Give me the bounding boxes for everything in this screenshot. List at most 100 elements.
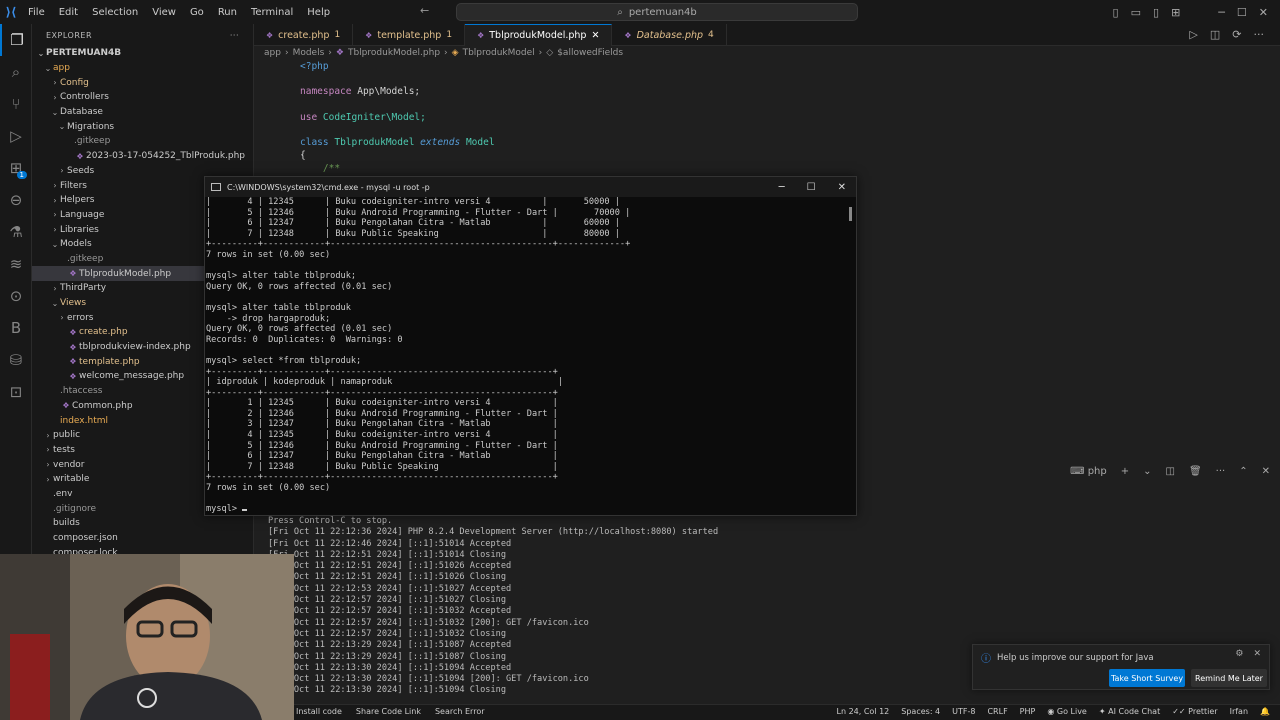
status-go-live[interactable]: ◉ Go Live (1047, 707, 1087, 716)
terminal-log-line: [Fri Oct 11 22:12:57 2024] [::1]:51032 C… (268, 628, 506, 639)
status-encoding[interactable]: UTF-8 (952, 707, 975, 716)
menu-selection[interactable]: Selection (92, 7, 138, 18)
bookmark-icon[interactable]: B (0, 312, 32, 344)
status-language[interactable]: PHP (1020, 707, 1036, 716)
breadcrumb-file[interactable]: TblprodukModel.php (348, 48, 440, 58)
tree-item[interactable]: › Config (32, 75, 253, 90)
terminal-dropdown-icon[interactable]: ⌄ (1143, 466, 1151, 477)
terminal-log-line: [Fri Oct 11 22:13:29 2024] [::1]:51087 A… (268, 640, 512, 651)
layout-secondary-icon[interactable]: ▯ (1153, 6, 1159, 19)
layout-panel-icon[interactable]: ▭ (1131, 6, 1141, 19)
use-class: \Model; (385, 111, 426, 123)
extensions-icon[interactable]: ⊞ 1 (0, 152, 32, 184)
cmd-title-bar[interactable]: C:\WINDOWS\system32\cmd.exe - mysql -u r… (205, 177, 856, 197)
breadcrumb-property[interactable]: $allowedFields (557, 48, 623, 58)
tree-item-label: Models (60, 239, 92, 250)
kill-terminal-icon[interactable]: 🗑 (1189, 466, 1202, 477)
status-search-error[interactable]: Search Error (435, 707, 485, 716)
cmd-close-icon[interactable]: ✕ (838, 182, 846, 193)
editor-tab[interactable]: ❖ create.php 1 (254, 24, 354, 46)
status-indentation[interactable]: Spaces: 4 (901, 707, 940, 716)
testing-icon[interactable]: ⚗ (0, 216, 32, 248)
new-terminal-icon[interactable]: + (1121, 466, 1129, 477)
split-terminal-icon[interactable]: ◫ (1166, 466, 1175, 477)
layout-sidebar-icon[interactable]: ▯ (1113, 6, 1119, 19)
code-line: class TblprodukModel extends Model (300, 137, 495, 150)
status-share-code-link[interactable]: Share Code Link (356, 707, 421, 716)
cmd-output-line: | 4 | 12345 | Buku codeigniter-intro ver… (206, 197, 620, 207)
output-icon[interactable]: ⊡ (0, 376, 32, 408)
status-prettier[interactable]: ✓✓ Prettier (1172, 707, 1217, 716)
tree-item[interactable]: ⌄ Database (32, 105, 253, 120)
more-actions-icon[interactable]: ··· (1254, 28, 1265, 41)
back-arrow-icon[interactable]: ← (420, 4, 429, 17)
database-icon[interactable]: ⛁ (0, 344, 32, 376)
cmd-minimize-icon[interactable]: ─ (779, 182, 785, 193)
go-live-icon[interactable]: ⟳ (1232, 28, 1241, 41)
status-install-code[interactable]: Install code (296, 707, 342, 716)
menu-file[interactable]: File (28, 7, 45, 18)
maximize-icon[interactable]: ☐ (1237, 6, 1247, 19)
gitlens-icon[interactable]: ⊙ (0, 280, 32, 312)
tree-item[interactable]: builds (32, 516, 253, 531)
cmd-scrollbar[interactable] (849, 207, 852, 221)
status-account[interactable]: Irfan (1230, 707, 1248, 716)
menu-view[interactable]: View (152, 7, 176, 18)
close-icon[interactable]: ✕ (591, 30, 599, 41)
code-line: /** (300, 163, 495, 176)
take-survey-button[interactable]: Take Short Survey (1109, 669, 1185, 687)
layout-customize-icon[interactable]: ⊞ (1171, 6, 1180, 19)
gear-icon[interactable]: ⚙ (1235, 649, 1243, 659)
editor-tab[interactable]: ❖ template.php 1 (353, 24, 466, 46)
chevron-down-icon: ⌄ (51, 239, 59, 249)
status-eol[interactable]: CRLF (987, 707, 1007, 716)
editor-tab[interactable]: ❖ Database.php 4 (612, 24, 727, 46)
minimize-icon[interactable]: ─ (1218, 6, 1225, 19)
split-editor-icon[interactable]: ◫ (1210, 28, 1220, 41)
close-window-icon[interactable]: ✕ (1259, 6, 1268, 19)
breadcrumb-app[interactable]: app (264, 48, 281, 58)
menu-help[interactable]: Help (307, 7, 330, 18)
open-brace: { (300, 149, 306, 161)
run-icon[interactable]: ▷ (1189, 28, 1197, 41)
docker-icon[interactable]: ≋ (0, 248, 32, 280)
tree-item[interactable]: ❖ 2023-03-17-054252_TblProduk.php (32, 149, 253, 164)
search-view-icon[interactable]: ⌕ (0, 56, 32, 88)
terminal-name: php (1087, 466, 1107, 477)
menu-terminal[interactable]: Terminal (251, 7, 293, 18)
explorer-icon[interactable]: ❐ (0, 24, 32, 56)
code-editor[interactable]: <?php namespace App\Models; use CodeIgni… (300, 61, 495, 175)
notifications-bell-icon[interactable]: 🔔 (1260, 707, 1270, 716)
close-icon[interactable]: ✕ (1253, 649, 1261, 659)
maximize-panel-icon[interactable]: ⌃ (1239, 466, 1247, 477)
remote-explorer-icon[interactable]: ⊖ (0, 184, 32, 216)
integrated-terminal[interactable]: Press Control-C to stop. [Fri Oct 11 22:1… (268, 516, 718, 697)
cmd-prompt-line[interactable]: mysql> (206, 504, 630, 515)
breadcrumb-class[interactable]: TblprodukModel (463, 48, 535, 58)
terminal-php-label[interactable]: ⌨ php (1070, 466, 1107, 477)
cmd-maximize-icon[interactable]: ☐ (807, 182, 816, 193)
tree-item[interactable]: .gitkeep (32, 134, 253, 149)
explorer-root-folder[interactable]: ⌄ PERTEMUAN4B (32, 46, 253, 61)
tree-item[interactable]: composer.json (32, 531, 253, 546)
tree-item[interactable]: ⌄ app (32, 61, 253, 76)
editor-tab[interactable]: ❖ TblprodukModel.php ✕ (465, 24, 613, 46)
more-actions-icon[interactable]: ··· (230, 31, 239, 40)
close-panel-icon[interactable]: ✕ (1262, 466, 1270, 477)
status-cursor-position[interactable]: Ln 24, Col 12 (837, 707, 890, 716)
tree-item[interactable]: ⌄ Migrations (32, 119, 253, 134)
menu-run[interactable]: Run (218, 7, 237, 18)
command-center-search[interactable]: ⌕ pertemuan4b (456, 3, 858, 21)
php-file-icon: ❖ (62, 401, 70, 411)
cmd-window[interactable]: C:\WINDOWS\system32\cmd.exe - mysql -u r… (204, 176, 857, 516)
menu-edit[interactable]: Edit (59, 7, 78, 18)
tree-item[interactable]: › Controllers (32, 90, 253, 105)
source-control-icon[interactable]: ⑂ (0, 88, 32, 120)
more-actions-icon[interactable]: ··· (1216, 466, 1226, 477)
run-debug-icon[interactable]: ▷ (0, 120, 32, 152)
breadcrumb-models[interactable]: Models (293, 48, 325, 58)
cmd-window-controls: ─ ☐ ✕ (779, 177, 856, 197)
menu-go[interactable]: Go (190, 7, 204, 18)
remind-later-button[interactable]: Remind Me Later (1191, 669, 1267, 687)
status-ai-code-chat[interactable]: ✦ AI Code Chat (1099, 707, 1160, 716)
